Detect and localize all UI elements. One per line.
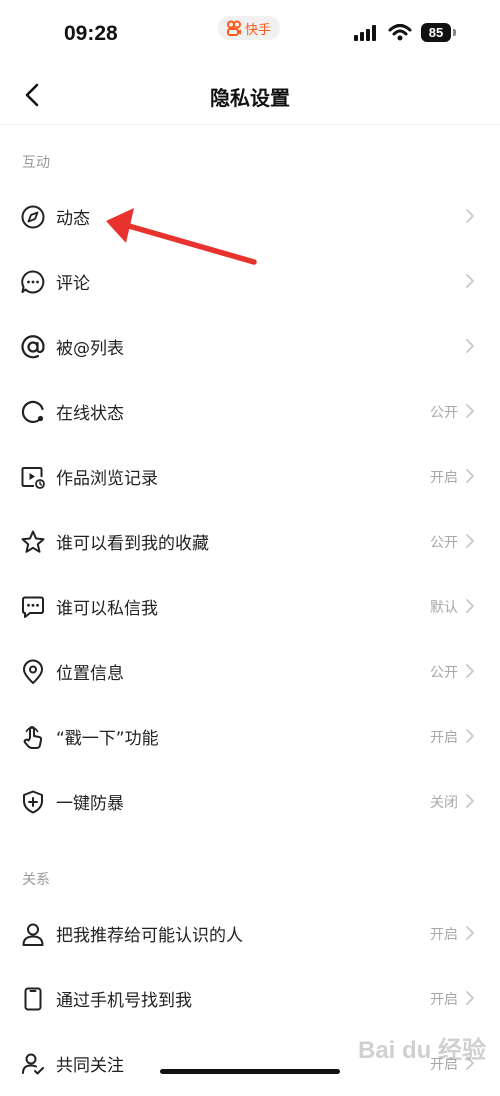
settings-row-label: 通过手机号找到我: [56, 991, 192, 1011]
page-title: 隐私设置: [210, 86, 290, 110]
app-name: 快手: [245, 22, 272, 38]
settings-row-value: 开启: [430, 927, 458, 943]
chevron-right-icon: [466, 209, 474, 223]
settings-row-value: 默认: [430, 600, 458, 616]
settings-row-value: 关闭: [430, 795, 458, 811]
status-time: 09:28: [64, 22, 118, 45]
section-header-relationship: 关系: [22, 872, 50, 888]
settings-row-value: 开启: [430, 470, 458, 486]
chevron-right-icon: [466, 991, 474, 1005]
settings-row-value: 开启: [430, 992, 458, 1008]
app-indicator-pill[interactable]: 快手: [218, 16, 281, 40]
settings-row-value: 公开: [430, 405, 458, 421]
poke-hand-icon: [20, 724, 46, 750]
chevron-right-icon: [466, 664, 474, 678]
compass-icon: [20, 204, 46, 230]
baidu-jingyan-watermark: Bai du 经验: [358, 1037, 487, 1064]
settings-row-label: 评论: [56, 274, 90, 294]
comment-icon: [20, 269, 46, 295]
chevron-right-icon: [466, 534, 474, 548]
settings-row-label: 一键防暴: [56, 794, 124, 814]
person-icon: [20, 921, 46, 947]
settings-row-label: 作品浏览记录: [56, 469, 158, 489]
settings-row-feed[interactable]: 动态: [0, 184, 500, 249]
video-history-icon: [20, 464, 46, 490]
chevron-right-icon: [466, 794, 474, 808]
settings-row-label: 位置信息: [56, 664, 124, 684]
wifi-icon: [388, 24, 412, 41]
battery-level: 85: [428, 25, 444, 40]
online-status-icon: [20, 399, 46, 425]
settings-row-label: 共同关注: [56, 1056, 124, 1076]
mutual-follow-icon: [20, 1051, 46, 1077]
battery-indicator: 85: [421, 23, 451, 42]
settings-row-poke[interactable]: “戳一下”功能 开启: [0, 704, 500, 769]
home-indicator[interactable]: [160, 1069, 340, 1074]
settings-row-label: 谁可以看到我的收藏: [56, 534, 209, 554]
settings-row-private-message[interactable]: 谁可以私信我 默认: [0, 574, 500, 639]
chevron-right-icon: [466, 339, 474, 353]
settings-row-favorites-visibility[interactable]: 谁可以看到我的收藏 公开: [0, 509, 500, 574]
settings-row-comments[interactable]: 评论: [0, 249, 500, 314]
settings-row-label: “戳一下”功能: [56, 729, 159, 749]
chevron-right-icon: [466, 599, 474, 613]
shield-plus-icon: [20, 789, 46, 815]
chevron-right-icon: [466, 469, 474, 483]
message-icon: [20, 594, 46, 620]
chevron-right-icon: [466, 274, 474, 288]
kuaishou-logo-icon: [227, 20, 241, 36]
settings-row-value: 公开: [430, 665, 458, 681]
settings-row-label: 把我推荐给可能认识的人: [56, 926, 243, 946]
settings-row-mentions[interactable]: 被@列表: [0, 314, 500, 379]
settings-row-view-history[interactable]: 作品浏览记录 开启: [0, 444, 500, 509]
settings-row-find-by-phone[interactable]: 通过手机号找到我 开启: [0, 966, 500, 1031]
section-header-interaction: 互动: [22, 155, 50, 171]
cellular-signal-icon: [354, 25, 376, 41]
settings-row-location[interactable]: 位置信息 公开: [0, 639, 500, 704]
phone-icon: [20, 986, 46, 1012]
settings-row-label: 动态: [56, 209, 90, 229]
battery-tip: [453, 29, 456, 36]
location-icon: [20, 659, 46, 685]
settings-row-label: 被@列表: [56, 339, 124, 359]
chevron-right-icon: [466, 926, 474, 940]
settings-row-value: 开启: [430, 730, 458, 746]
settings-row-label: 谁可以私信我: [56, 599, 158, 619]
status-bar: 09:28 快手 85: [0, 0, 500, 66]
chevron-right-icon: [466, 404, 474, 418]
chevron-right-icon: [466, 729, 474, 743]
settings-row-anti-harassment[interactable]: 一键防暴 关闭: [0, 769, 500, 834]
nav-bar: 隐私设置: [0, 66, 500, 125]
at-icon: [20, 334, 46, 360]
settings-row-value: 公开: [430, 535, 458, 551]
settings-row-label: 在线状态: [56, 404, 124, 424]
star-icon: [20, 529, 46, 555]
settings-row-recommend-me[interactable]: 把我推荐给可能认识的人 开启: [0, 901, 500, 966]
settings-row-online-status[interactable]: 在线状态 公开: [0, 379, 500, 444]
